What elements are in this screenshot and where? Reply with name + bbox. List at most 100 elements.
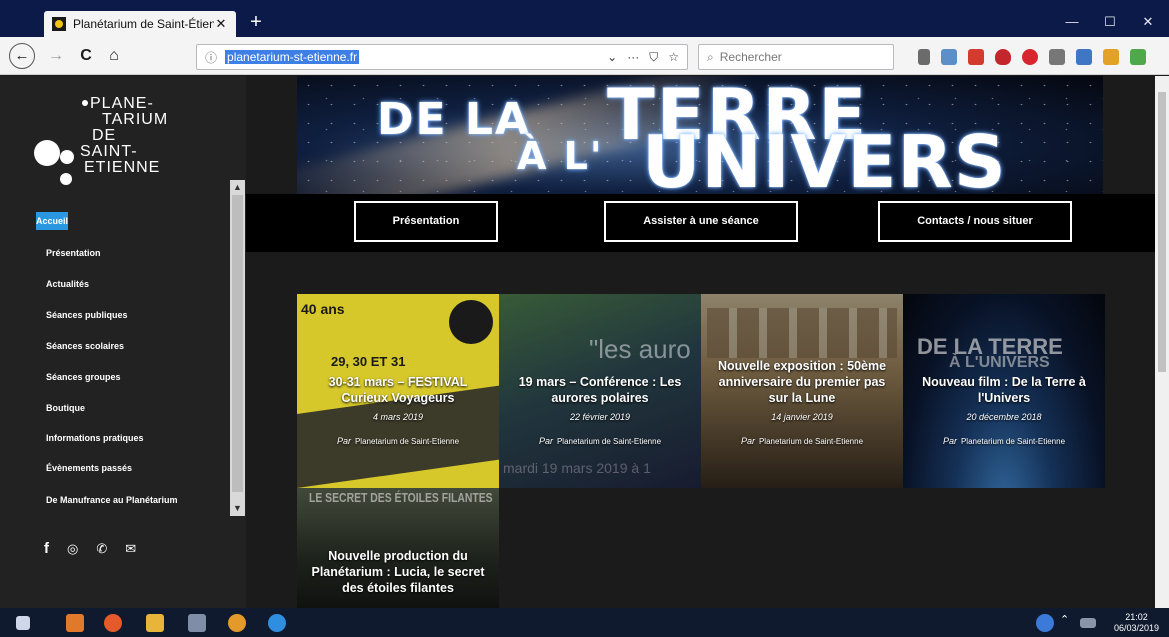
- sidebar-item-evenements-passes[interactable]: Évènements passés: [46, 463, 132, 473]
- extension-notify-icon[interactable]: [1103, 49, 1119, 65]
- desktop-icon[interactable]: [188, 614, 206, 632]
- reload-button[interactable]: C: [74, 44, 98, 68]
- card-author[interactable]: Planetarium de Saint-Etienne: [759, 437, 863, 446]
- url-text[interactable]: planetarium-st-etienne.fr: [225, 50, 360, 64]
- menu-update-icon[interactable]: [1130, 49, 1146, 65]
- new-tab-button[interactable]: +: [244, 11, 268, 35]
- logo-dot-tiny: [82, 100, 88, 106]
- reader-icon[interactable]: [1049, 49, 1065, 65]
- logo-line-2: TARIUM: [102, 111, 169, 128]
- taskbar-clock[interactable]: 21:02 06/03/2019: [1114, 612, 1159, 634]
- card-bg-text: 29, 30 ET 31: [331, 354, 406, 369]
- news-card-lucia[interactable]: LE SECRET DES ÉTOILES FILANTES Nouvelle …: [297, 488, 499, 608]
- card-title[interactable]: 19 mars – Conférence : Les aurores polai…: [509, 374, 691, 406]
- sidebar-item-informations-pratiques[interactable]: Informations pratiques: [46, 433, 144, 443]
- facebook-icon[interactable]: f: [44, 540, 49, 557]
- menu-presentation-button[interactable]: Présentation: [354, 201, 498, 242]
- firefox-icon[interactable]: [104, 614, 122, 632]
- logo-line-5: ETIENNE: [84, 159, 161, 176]
- news-card-exposition[interactable]: Nouvelle exposition : 50ème anniversaire…: [701, 294, 903, 488]
- app-icon-3[interactable]: [268, 614, 286, 632]
- sidebar-item-presentation[interactable]: Présentation: [46, 248, 101, 258]
- instagram-icon[interactable]: ◎: [67, 541, 78, 557]
- page-actions-icon[interactable]: ···: [627, 50, 639, 65]
- card-bg-text-2: 40 ans: [301, 301, 345, 317]
- logo-dot-medium: [60, 150, 74, 164]
- forward-button[interactable]: →: [44, 44, 68, 68]
- library-icon[interactable]: [918, 49, 930, 65]
- extension-icon[interactable]: [941, 49, 957, 65]
- taskbar: [0, 608, 1169, 637]
- browser-tab[interactable]: Planétarium de Saint-Étienne – ✕: [44, 11, 236, 37]
- menu-seance-button[interactable]: Assister à une séance: [604, 201, 798, 242]
- scroll-up-icon[interactable]: ▲: [230, 180, 245, 195]
- logo-line-4: SAINT-: [80, 143, 138, 160]
- clock-time: 21:02: [1125, 612, 1148, 622]
- card-title[interactable]: 30-31 mars – FESTIVAL Curieux Voyageurs: [307, 374, 489, 406]
- menu-contacts-button[interactable]: Contacts / nous situer: [878, 201, 1072, 242]
- app-icon-2[interactable]: [228, 614, 246, 632]
- back-button[interactable]: ←: [9, 43, 35, 69]
- card-by-label: Par: [538, 436, 553, 446]
- card-author[interactable]: Planetarium de Saint-Etienne: [557, 437, 661, 446]
- sidebar-item-manufrance[interactable]: De Manufrance au Planétarium: [46, 495, 178, 505]
- site-info-icon[interactable]: ⓘ: [205, 49, 217, 66]
- sidebar-item-actualites[interactable]: Actualités: [46, 279, 89, 289]
- card-date: 14 janvier 2019: [771, 412, 833, 422]
- home-button[interactable]: ⌂: [102, 44, 126, 68]
- sidebar-scrollbar[interactable]: ▲ ▼: [230, 180, 245, 516]
- card-by-label: Par: [740, 436, 755, 446]
- sidebar-item-seances-publiques[interactable]: Séances publiques: [46, 310, 128, 320]
- file-explorer-icon[interactable]: [146, 614, 164, 632]
- shield-icon[interactable]: [995, 49, 1011, 65]
- card-author[interactable]: Planetarium de Saint-Etienne: [355, 437, 459, 446]
- bookmark-star-icon[interactable]: ☆: [668, 50, 679, 65]
- pdf-icon[interactable]: [968, 49, 984, 65]
- planetarium-logo[interactable]: PLANE- TARIUM DE SAINT- ETIENNE: [34, 96, 194, 188]
- tab-title: Planétarium de Saint-Étienne –: [73, 17, 214, 31]
- network-tray-icon[interactable]: [1080, 618, 1096, 628]
- card-by-label: Par: [942, 436, 957, 446]
- sidebar-item-seances-groupes[interactable]: Séances groupes: [46, 372, 121, 382]
- news-card-festival[interactable]: 40 ans 29, 30 ET 31 30-31 mars – FESTIVA…: [297, 294, 499, 488]
- card-author[interactable]: Planetarium de Saint-Etienne: [961, 437, 1065, 446]
- search-input[interactable]: ⌕ Rechercher: [698, 44, 894, 70]
- dropdown-icon[interactable]: ⌄: [607, 50, 617, 65]
- page-scrollbar[interactable]: [1155, 76, 1169, 608]
- sidebar-item-boutique[interactable]: Boutique: [46, 403, 85, 413]
- logo-dot-small: [60, 173, 72, 185]
- hero-banner: DE LA TERRE À L' UNIVERS: [297, 76, 1103, 194]
- sidebar-item-seances-scolaires[interactable]: Séances scolaires: [46, 341, 124, 351]
- tab-close-icon[interactable]: ✕: [214, 16, 228, 32]
- card-title[interactable]: Nouvelle production du Planétarium : Luc…: [307, 548, 489, 596]
- logo-line-3: DE: [92, 127, 117, 144]
- banner-title-4: UNIVERS: [642, 120, 1007, 194]
- search-icon: ⌕: [707, 49, 714, 64]
- pocket-icon[interactable]: ⛉: [649, 50, 658, 65]
- start-icon[interactable]: [16, 616, 30, 630]
- extension-badge-icon[interactable]: [1076, 49, 1092, 65]
- sidebar-item-accueil[interactable]: Accueil: [36, 212, 68, 230]
- adblock-icon[interactable]: [1022, 49, 1038, 65]
- card-by-label: Par: [336, 436, 351, 446]
- app-icon-1[interactable]: [66, 614, 84, 632]
- tray-chevron-icon[interactable]: ⌃: [1060, 613, 1069, 626]
- help-tray-icon[interactable]: [1036, 614, 1054, 632]
- scroll-down-icon[interactable]: ▼: [230, 501, 245, 516]
- news-card-film[interactable]: DE LA TERRE À L'UNIVERS Nouveau film : D…: [903, 294, 1105, 488]
- card-date: 22 février 2019: [569, 412, 631, 422]
- banner-title-3: À L': [517, 134, 604, 178]
- email-icon[interactable]: ✉: [125, 541, 136, 557]
- phone-icon[interactable]: ✆: [96, 541, 107, 557]
- close-window-button[interactable]: ✕: [1126, 10, 1169, 36]
- page-scroll-thumb[interactable]: [1158, 92, 1166, 372]
- card-date: 20 décembre 2018: [966, 412, 1042, 422]
- banner-title-1: DE LA: [377, 94, 531, 145]
- sidebar-scroll-thumb[interactable]: [232, 195, 243, 492]
- news-card-conference[interactable]: "les auro mardi 19 mars 2019 à 1 19 mars…: [499, 294, 701, 488]
- address-bar[interactable]: ⓘ planetarium-st-etienne.fr ⌄ ··· ⛉ ☆: [196, 44, 688, 70]
- card-title[interactable]: Nouveau film : De la Terre à l'Univers: [913, 374, 1095, 406]
- tab-favicon-icon: [52, 17, 66, 31]
- card-dot-2: [465, 320, 483, 338]
- card-title[interactable]: Nouvelle exposition : 50ème anniversaire…: [711, 358, 893, 406]
